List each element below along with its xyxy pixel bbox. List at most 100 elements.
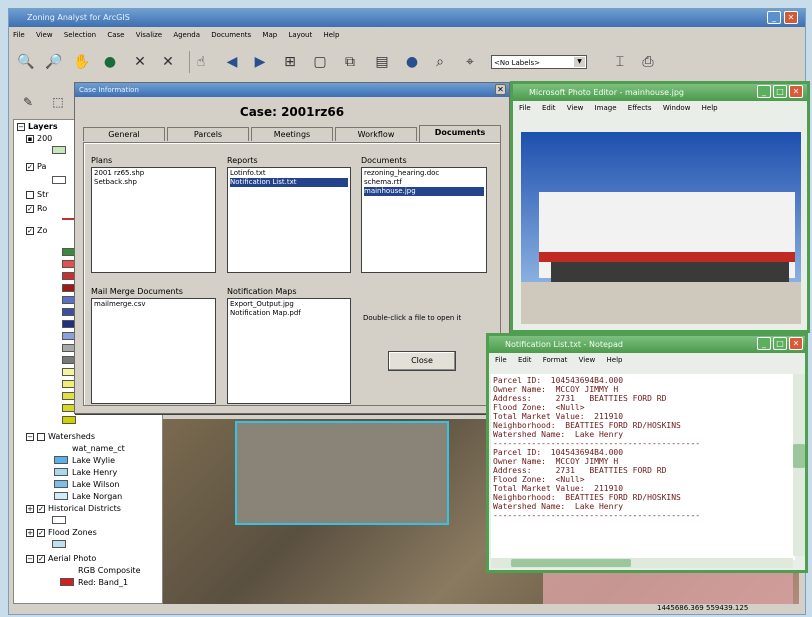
find-icon[interactable]: ⌕	[429, 51, 451, 73]
notepad-text-area[interactable]: Parcel ID: 104543694B4.000 Owner Name: M…	[491, 374, 795, 560]
toc-layer-aerial[interactable]: − ✓ Aerial Photo	[26, 554, 96, 563]
menu-file[interactable]: File	[519, 104, 531, 112]
list-item[interactable]: 2001 rz65.shp	[94, 169, 213, 178]
menu-help[interactable]: Help	[607, 356, 623, 364]
tab-general[interactable]: General	[83, 127, 165, 141]
minimize-icon[interactable]: _	[757, 85, 771, 98]
checkbox: ✓	[26, 204, 34, 213]
identify-icon[interactable]: ☝	[189, 51, 212, 73]
scrollbar-thumb[interactable]	[511, 559, 631, 567]
label-tool-icon[interactable]: ⌶	[609, 51, 631, 73]
menu-help[interactable]: Help	[323, 31, 339, 39]
case-title: Case: 2001rz66	[239, 105, 345, 119]
list-item[interactable]: Lotinfo.txt	[230, 169, 348, 178]
maximize-icon[interactable]: □	[773, 337, 787, 350]
toc-layer-watersheds[interactable]: − Watersheds	[26, 432, 95, 441]
menu-window[interactable]: Window	[663, 104, 691, 112]
copy-icon[interactable]: ⧉	[339, 51, 361, 73]
horizontal-scrollbar[interactable]	[491, 558, 793, 568]
menu-format[interactable]: Format	[543, 356, 568, 364]
add-data-icon[interactable]: ✎	[17, 91, 39, 113]
menu-visalize[interactable]: Visalize	[136, 31, 162, 39]
maximize-icon[interactable]: □	[773, 85, 787, 98]
print-icon[interactable]: ⎙	[637, 51, 659, 73]
minimize-icon[interactable]: _	[767, 11, 781, 24]
scrollbar-thumb[interactable]	[793, 444, 805, 468]
menu-map[interactable]: Map	[262, 31, 277, 39]
text-line: Watershed Name: Lake Henry	[493, 430, 624, 439]
list-item[interactable]: Notification Map.pdf	[230, 309, 348, 318]
menu-documents[interactable]: Documents	[211, 31, 251, 39]
list-item[interactable]: Setback.shp	[94, 178, 213, 187]
close-button[interactable]: Close	[388, 351, 456, 371]
zoom-in-icon[interactable]: 🔍	[15, 51, 37, 73]
pavement	[521, 282, 801, 324]
menu-view[interactable]: View	[36, 31, 53, 39]
menu-effects[interactable]: Effects	[628, 104, 652, 112]
aerial-band: Red: Band_1	[78, 578, 129, 587]
checkbox: ▪	[26, 134, 34, 143]
text-line: Flood Zone: <Null>	[493, 475, 585, 484]
forward-icon[interactable]: ▶	[249, 51, 271, 73]
pan-icon[interactable]: ✋	[71, 51, 93, 73]
minimize-icon[interactable]: _	[757, 337, 771, 350]
toc-layer-flood[interactable]: + ✓ Flood Zones	[26, 528, 97, 537]
menu-help[interactable]: Help	[702, 104, 718, 112]
list-item-selected[interactable]: mainhouse.jpg	[364, 187, 484, 196]
toc-root[interactable]: − Layers	[17, 122, 58, 131]
menu-file[interactable]: File	[13, 31, 25, 39]
close-icon[interactable]: ✕	[784, 11, 798, 24]
tab-documents[interactable]: Documents	[419, 125, 501, 143]
chevron-down-icon[interactable]: ▼	[574, 57, 585, 67]
vertical-scrollbar[interactable]	[793, 374, 805, 556]
close-icon[interactable]: ✕	[789, 337, 803, 350]
toc-partial-1[interactable]: ▪ 200	[26, 134, 52, 143]
tab-parcels[interactable]: Parcels	[167, 127, 249, 141]
menu-selection[interactable]: Selection	[64, 31, 96, 39]
parcel-outline[interactable]	[235, 421, 449, 525]
clear-icon[interactable]: ▢	[309, 51, 331, 73]
menu-file[interactable]: File	[495, 356, 507, 364]
toc-partial-5[interactable]: ✓ Zo	[26, 226, 47, 235]
select-icon[interactable]: ⊞	[279, 51, 301, 73]
menu-layout[interactable]: Layout	[288, 31, 312, 39]
globe-icon[interactable]: ●	[99, 51, 121, 73]
menu-image[interactable]: Image	[595, 104, 617, 112]
fixed-zoom-icon[interactable]: ✕	[157, 51, 179, 73]
toc-partial-2[interactable]: ✓ Pa	[26, 162, 46, 171]
list-item-selected[interactable]: Notification List.txt	[230, 178, 348, 187]
list-item[interactable]: schema.rtf	[364, 178, 484, 187]
plans-list[interactable]: 2001 rz65.shp Setback.shp	[91, 167, 216, 273]
tab-meetings[interactable]: Meetings	[251, 127, 333, 141]
measure-icon[interactable]: ⌖	[459, 51, 481, 73]
menu-view[interactable]: View	[579, 356, 596, 364]
menu-bar: File View Selection Case Visalize Agenda…	[13, 31, 348, 39]
menu-view[interactable]: View	[567, 104, 584, 112]
menu-edit[interactable]: Edit	[518, 356, 532, 364]
documents-list[interactable]: rezoning_hearing.doc schema.rtf mainhous…	[361, 167, 487, 273]
menu-edit[interactable]: Edit	[542, 104, 556, 112]
toc-partial-3[interactable]: Str	[26, 190, 49, 199]
list-item[interactable]: mailmerge.csv	[94, 300, 213, 309]
list-item[interactable]: rezoning_hearing.doc	[364, 169, 484, 178]
list-item[interactable]: Export_Output.jpg	[230, 300, 348, 309]
menu-case[interactable]: Case	[107, 31, 124, 39]
close-icon[interactable]: ✕	[789, 85, 803, 98]
mailmerge-list[interactable]: mailmerge.csv	[91, 298, 216, 404]
info-icon[interactable]: ●	[401, 51, 423, 73]
reports-list[interactable]: Lotinfo.txt Notification List.txt	[227, 167, 351, 273]
full-extent-icon[interactable]: ✕	[129, 51, 151, 73]
zoom-out-icon[interactable]: 🔎	[43, 51, 65, 73]
notification-maps-list[interactable]: Export_Output.jpg Notification Map.pdf	[227, 298, 351, 404]
toc-partial-4[interactable]: ✓ Ro	[26, 204, 47, 213]
text-line: Watershed Name: Lake Henry	[493, 502, 624, 511]
paste-icon[interactable]: ▤	[371, 51, 393, 73]
tab-workflow[interactable]: Workflow	[335, 127, 417, 141]
documents-label: Documents	[361, 156, 407, 165]
toc-layer-historical[interactable]: + ✓ Historical Districts	[26, 504, 121, 513]
layer-tool-icon[interactable]: ⬚	[47, 91, 69, 113]
close-icon[interactable]: ✕	[495, 84, 506, 95]
back-icon[interactable]: ◀	[221, 51, 243, 73]
labels-combo[interactable]: <No Labels> ▼	[491, 55, 587, 69]
menu-agenda[interactable]: Agenda	[173, 31, 200, 39]
